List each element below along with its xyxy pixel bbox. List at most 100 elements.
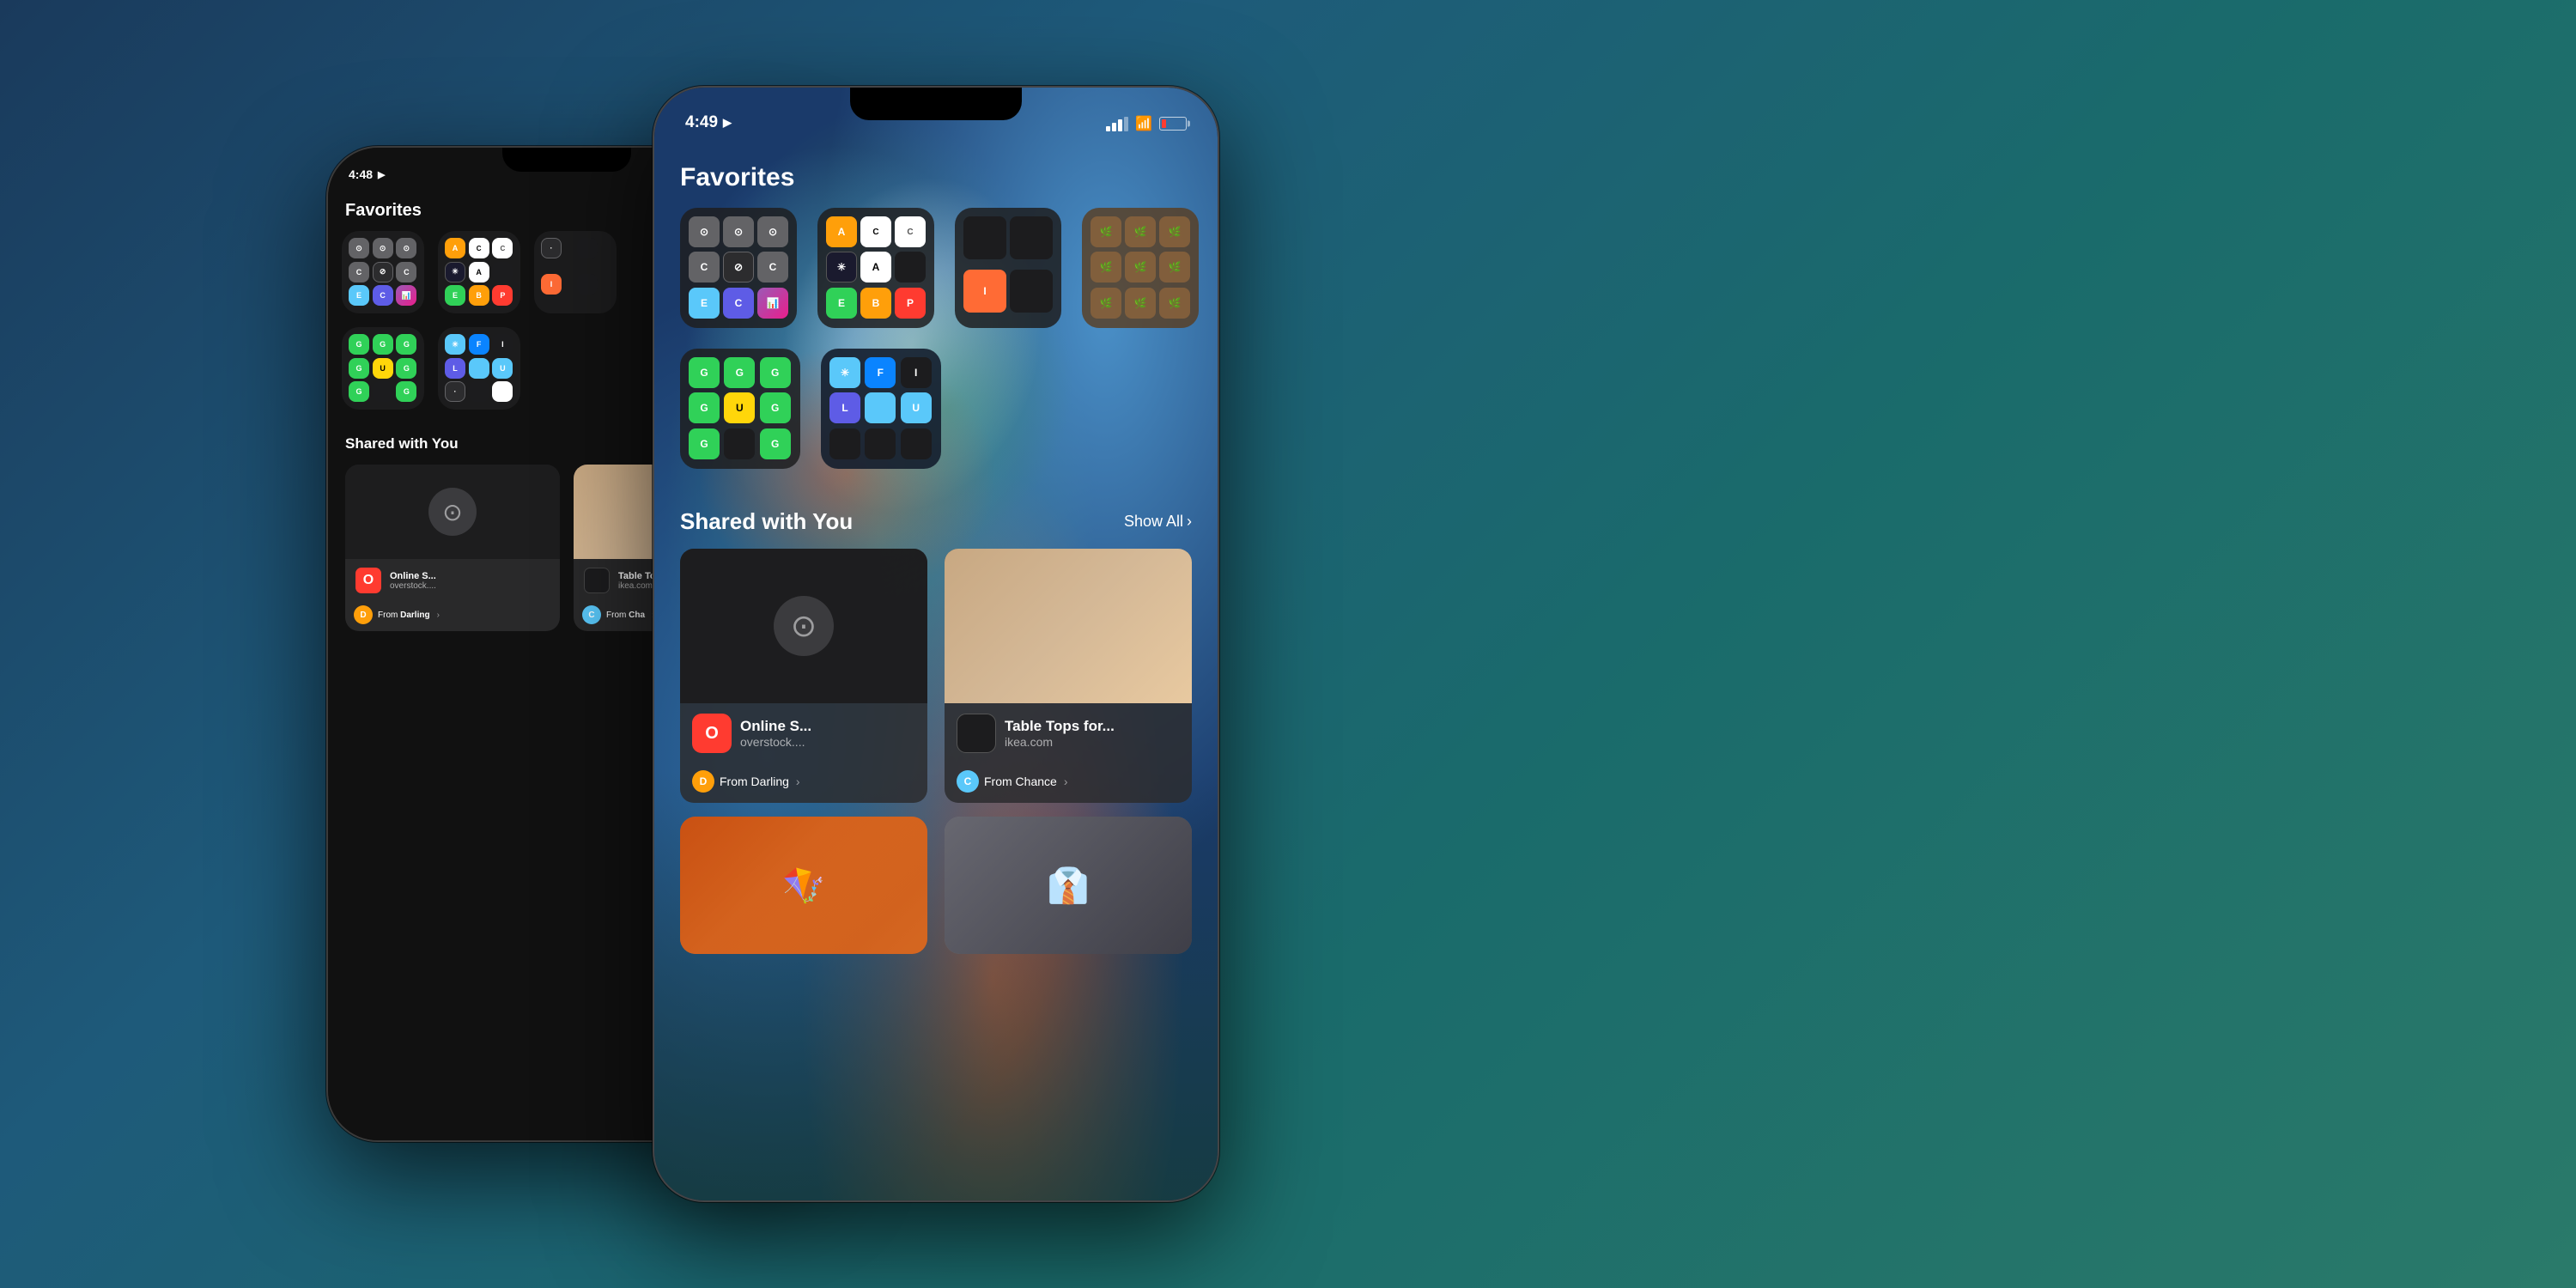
front-card-name-2: Table Tops for... <box>1005 718 1180 735</box>
app-icon: P <box>492 285 513 306</box>
app-icon: ⊙ <box>723 216 754 247</box>
app-icon: C <box>757 252 788 283</box>
signal-bar-4 <box>1124 117 1128 131</box>
app-icon <box>577 274 598 295</box>
app-icon: G <box>760 392 791 423</box>
front-card-name-1: Online S... <box>740 718 915 735</box>
app-icon: C <box>396 262 416 283</box>
app-icon: G <box>689 357 720 388</box>
app-icon <box>724 428 755 459</box>
app-icon: I <box>492 334 513 355</box>
app-icon <box>492 381 513 402</box>
front-sender-label-2: From Chance <box>984 775 1057 788</box>
sender-chevron-1: › <box>437 611 440 620</box>
app-icon: 🌿 <box>1091 252 1121 283</box>
app-icon: A <box>826 216 857 247</box>
show-all-button[interactable]: Show All › <box>1124 513 1192 531</box>
front-folder-3[interactable]: I <box>955 208 1061 328</box>
sender-label-1: From Darling <box>378 611 430 620</box>
app-icon <box>865 428 896 459</box>
front-bottom-card-2[interactable]: 👔 <box>945 817 1192 954</box>
card-sender-1[interactable]: D From Darling › <box>345 602 560 631</box>
app-icon: A <box>445 238 465 258</box>
app-icon: C <box>492 238 513 258</box>
front-battery-fill <box>1162 119 1166 128</box>
app-icon: G <box>349 334 369 355</box>
app-icon: G <box>349 358 369 379</box>
folder-5[interactable]: ✳ F I L U · <box>438 327 520 410</box>
app-icon: F <box>865 357 896 388</box>
app-icon: A <box>469 262 489 283</box>
app-icon: ✳ <box>826 252 857 283</box>
front-card-sender-2[interactable]: C From Chance › <box>945 763 1192 803</box>
front-shared-card-1[interactable]: ⊙ O Online S... overstock.... <box>680 549 927 803</box>
app-icon <box>577 238 598 258</box>
app-icon: G <box>349 381 369 402</box>
app-icon: C <box>689 252 720 283</box>
card-app-icon-1: O <box>355 568 381 593</box>
app-icon: 🌿 <box>1091 288 1121 319</box>
app-icon: G <box>760 428 791 459</box>
front-bottom-card-1[interactable]: 🪁 <box>680 817 927 954</box>
front-folder-4[interactable]: 🌿 🌿 🌿 🌿 🌿 🌿 🌿 🌿 🌿 <box>1082 208 1199 328</box>
front-card-app-icon-2 <box>957 714 996 753</box>
notch <box>502 148 631 172</box>
app-icon: B <box>469 285 489 306</box>
sender-avatar-1: D <box>354 605 373 624</box>
front-location-icon: ▶ <box>723 116 732 130</box>
sender-label-2: From Cha <box>606 611 645 620</box>
app-icon: C <box>373 285 393 306</box>
front-folder-1[interactable]: ⊙ ⊙ ⊙ C ⊘ C E C 📊 <box>680 208 797 328</box>
folder-3[interactable]: · I <box>534 231 617 313</box>
app-icon <box>1010 216 1053 259</box>
front-folder-2[interactable]: A C C ✳ A E B P <box>817 208 934 328</box>
front-wifi-icon: 📶 <box>1135 115 1152 132</box>
app-icon <box>829 428 860 459</box>
app-icon: G <box>689 428 720 459</box>
app-icon: E <box>349 285 369 306</box>
front-shared-card-2[interactable]: Table Tops for... ikea.com C From Chance… <box>945 549 1192 803</box>
folder-2[interactable]: A C C ✳ A E B P <box>438 231 520 313</box>
front-folder-5[interactable]: G G G G U G G G <box>680 349 800 469</box>
front-sender-label-1: From Darling <box>720 775 789 788</box>
card-text-1: Online S... overstock.... <box>390 571 550 591</box>
time-display: 4:48 <box>349 167 373 181</box>
app-icon: ⊘ <box>373 262 393 283</box>
shared-card-1[interactable]: ⊙ O Online S... overstock.... <box>345 465 560 631</box>
sender-avatar-2: C <box>582 605 601 624</box>
status-time-group: 4:48 ▶ <box>349 167 386 181</box>
folder-4[interactable]: G G G G U G G G <box>342 327 424 410</box>
phone-front: 4:49 ▶ 📶 Favo <box>653 86 1219 1202</box>
front-compass-icon: ⊙ <box>774 596 834 656</box>
app-icon: E <box>445 285 465 306</box>
app-icon: 🌿 <box>1159 252 1190 283</box>
app-icon: 📊 <box>757 288 788 319</box>
front-card-sender-1[interactable]: D From Darling › <box>680 763 927 803</box>
app-icon: L <box>829 392 860 423</box>
app-icon <box>469 358 489 379</box>
app-icon <box>1010 270 1053 313</box>
app-icon: L <box>445 358 465 379</box>
app-icon <box>373 381 393 402</box>
signal-bar-3 <box>1118 119 1122 131</box>
front-status-time: 4:49 ▶ <box>685 113 732 132</box>
app-icon: ⊙ <box>373 238 393 258</box>
front-folder-6[interactable]: ✳ F I L U <box>821 349 941 469</box>
app-icon: ⊙ <box>396 238 416 258</box>
front-sender-avatar-2: C <box>957 770 979 793</box>
app-icon: I <box>901 357 932 388</box>
folder-1[interactable]: ⊙ ⊙ ⊙ C ⊘ C E C 📊 <box>342 231 424 313</box>
app-icon <box>492 262 513 283</box>
app-icon <box>895 252 926 283</box>
app-icon: U <box>373 358 393 379</box>
app-icon: 🌿 <box>1125 288 1156 319</box>
app-icon: C <box>349 262 369 283</box>
front-favorites-title: Favorites <box>654 139 1218 208</box>
card-app-icon-2 <box>584 568 610 593</box>
app-icon: P <box>895 288 926 319</box>
compass-icon: ⊙ <box>428 488 477 536</box>
front-phone-screen: 4:49 ▶ 📶 Favo <box>654 88 1218 1200</box>
app-icon: C <box>469 238 489 258</box>
scene: 4:48 ▶ WiFi Fa <box>0 0 2576 1288</box>
front-status-icons: 📶 <box>1106 115 1187 132</box>
